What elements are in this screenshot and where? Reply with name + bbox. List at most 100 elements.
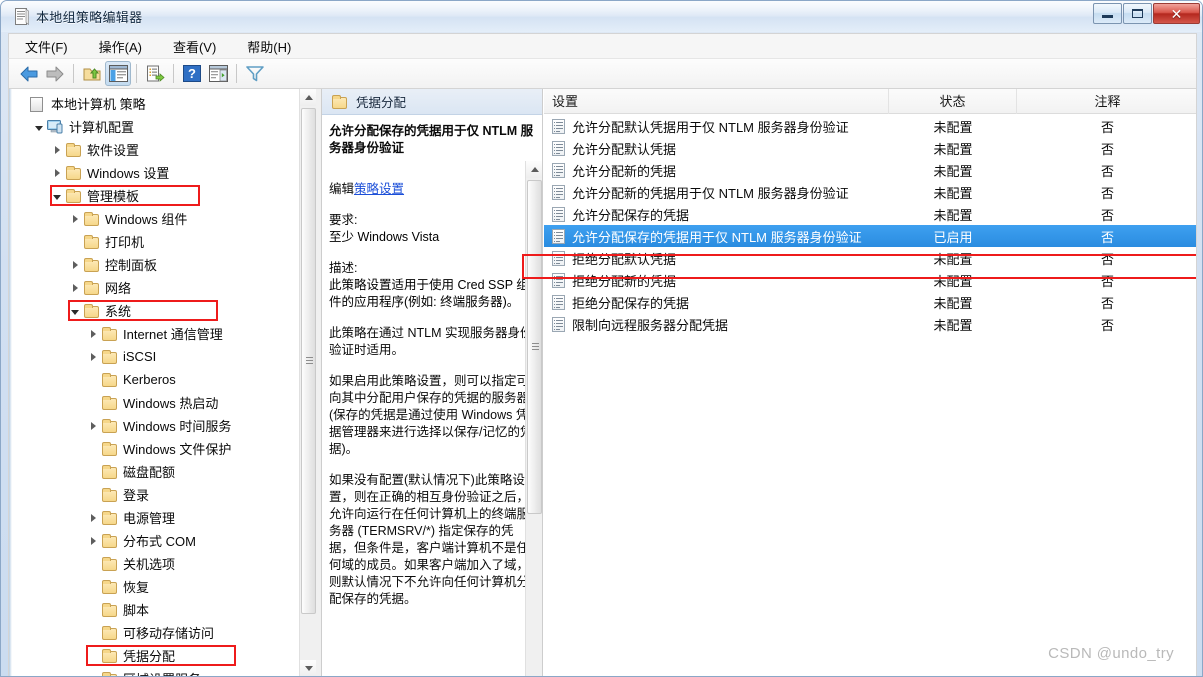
tree-item-23[interactable]: 可移动存储访问 (13, 621, 303, 644)
tree-item-1[interactable]: 计算机配置 (13, 115, 303, 138)
tree-scroll-thumb[interactable] (301, 108, 316, 614)
tree-item-12[interactable]: Kerberos (13, 368, 303, 391)
policy-row-name: 允许分配新的凭据 (544, 161, 889, 180)
tree-item-label: 软件设置 (87, 143, 140, 158)
tree-item-0[interactable]: 本地计算机 策略 (13, 92, 303, 115)
chevron-right-icon[interactable] (85, 414, 101, 437)
chevron-down-icon[interactable] (31, 115, 47, 138)
detail-scroll-thumb[interactable] (527, 180, 542, 514)
policy-row[interactable]: 允许分配保存的凭据用于仅 NTLM 服务器身份验证 已启用 否 (544, 225, 1196, 247)
tree-item-14[interactable]: Windows 时间服务 (13, 414, 303, 437)
watermark: CSDN @undo_try (1048, 645, 1174, 662)
scroll-grip-icon (532, 343, 539, 351)
edit-policy-setting-link[interactable]: 策略设置 (354, 182, 404, 196)
tree-item-11[interactable]: iSCSI (13, 345, 303, 368)
tree-item-6[interactable]: 打印机 (13, 230, 303, 253)
tree-item-18[interactable]: 电源管理 (13, 506, 303, 529)
policy-row-comment: 否 (1100, 163, 1114, 179)
tree-item-label: 打印机 (105, 235, 145, 250)
detail-scroll-up-button[interactable] (526, 161, 542, 178)
tree-item-7[interactable]: 控制面板 (13, 253, 303, 276)
policy-row-state: 已启用 (933, 229, 973, 245)
chevron-right-icon[interactable] (49, 138, 65, 161)
console-tree[interactable]: 本地计算机 策略 计算机配置软件设置 Windows 设置 管理模板 Windows 组… (9, 89, 316, 676)
tree-item-22[interactable]: 脚本 (13, 598, 303, 621)
tree-item-5[interactable]: Windows 组件 (13, 207, 303, 230)
column-header-comment[interactable]: 注释 (1017, 89, 1196, 114)
chevron-right-icon[interactable] (85, 529, 101, 552)
policy-row-name-text: 允许分配默认凭据用于仅 NTLM 服务器身份验证 (572, 119, 849, 135)
chevron-right-icon[interactable] (85, 322, 101, 345)
menu-view[interactable]: 查看(V) (170, 35, 219, 58)
tree-item-2[interactable]: 软件设置 (13, 138, 303, 161)
menu-help[interactable]: 帮助(H) (244, 35, 294, 58)
policy-row-name: 限制向远程服务器分配凭据 (544, 315, 889, 334)
minimize-button[interactable] (1093, 3, 1122, 24)
tree-item-label: 控制面板 (105, 258, 158, 273)
policy-row[interactable]: 允许分配默认凭据用于仅 NTLM 服务器身份验证 未配置 否 (544, 115, 1196, 137)
policy-row[interactable]: 允许分配新的凭据 未配置 否 (544, 159, 1196, 181)
tree-item-24[interactable]: 凭据分配 (13, 644, 303, 667)
tree-item-15[interactable]: Windows 文件保护 (13, 437, 303, 460)
tree-item-4[interactable]: 管理模板 (13, 184, 303, 207)
tree-item-21[interactable]: 恢复 (13, 575, 303, 598)
chevron-down-icon[interactable] (49, 184, 65, 207)
forward-button[interactable] (42, 61, 68, 86)
tree-scrollbar[interactable] (299, 89, 316, 676)
menu-file[interactable]: 文件(F) (22, 35, 71, 58)
column-header-state[interactable]: 状态 (889, 89, 1017, 114)
tree-item-label: Internet 通信管理 (123, 327, 223, 342)
tree-item-10[interactable]: Internet 通信管理 (13, 322, 303, 345)
filter-button[interactable] (242, 61, 268, 86)
chevron-right-icon[interactable] (67, 253, 83, 276)
tree-item-17[interactable]: 登录 (13, 483, 303, 506)
tree-item-25[interactable]: 区域设置服务 (13, 667, 303, 676)
tree-item-16[interactable]: 磁盘配额 (13, 460, 303, 483)
chevron-right-icon[interactable] (67, 276, 83, 299)
maximize-button[interactable] (1123, 3, 1152, 24)
policy-row[interactable]: 拒绝分配新的凭据 未配置 否 (544, 269, 1196, 291)
folder-icon (101, 395, 119, 411)
tree-item-13[interactable]: Windows 热启动 (13, 391, 303, 414)
export-list-button[interactable] (142, 61, 168, 86)
policy-list-pane[interactable]: 设置 状态 注释 允许分配默认凭据用于仅 NTLM 服务器身份验证 未配置否允许分… (544, 89, 1196, 676)
tree-scroll-down-button[interactable] (300, 660, 316, 676)
show-pane-button[interactable] (205, 61, 231, 86)
tree-item-9[interactable]: 系统 (13, 299, 303, 322)
tree-item-3[interactable]: Windows 设置 (13, 161, 303, 184)
policy-row[interactable]: 限制向远程服务器分配凭据 未配置 否 (544, 313, 1196, 335)
chevron-down-icon[interactable] (67, 299, 83, 322)
detail-scrollbar[interactable] (525, 161, 542, 676)
chevron-right-icon[interactable] (85, 345, 101, 368)
folder-icon (101, 648, 119, 664)
policy-row[interactable]: 允许分配默认凭据 未配置 否 (544, 137, 1196, 159)
tree-scroll-up-button[interactable] (300, 89, 316, 106)
chevron-right-icon[interactable] (85, 506, 101, 529)
policy-row[interactable]: 拒绝分配保存的凭据 未配置 否 (544, 291, 1196, 313)
tree-item-8[interactable]: 网络 (13, 276, 303, 299)
policy-row-name: 拒绝分配默认凭据 (544, 249, 889, 268)
policy-row[interactable]: 允许分配保存的凭据 未配置 否 (544, 203, 1196, 225)
folder-icon (101, 464, 119, 480)
chevron-right-icon[interactable] (67, 207, 83, 230)
policy-row[interactable]: 拒绝分配默认凭据 未配置 否 (544, 247, 1196, 269)
up-folder-button[interactable] (79, 61, 105, 86)
folder-icon (83, 234, 101, 250)
policy-row[interactable]: 允许分配新的凭据用于仅 NTLM 服务器身份验证 未配置 否 (544, 181, 1196, 203)
menu-action[interactable]: 操作(A) (96, 35, 145, 58)
back-button[interactable] (16, 61, 42, 86)
show-hide-tree-button[interactable] (105, 61, 131, 86)
policy-row-state: 未配置 (933, 185, 973, 201)
tree-item-20[interactable]: 关机选项 (13, 552, 303, 575)
help-button[interactable]: ? (179, 61, 205, 86)
tree-item-19[interactable]: 分布式 COM (13, 529, 303, 552)
chevron-right-icon[interactable] (49, 161, 65, 184)
close-button[interactable]: ✕ (1153, 3, 1200, 24)
description-paragraph-3: 如果启用此策略设置，则可以指定可向其中分配用户保存的凭据的服务器(保存的凭据是通… (329, 374, 533, 456)
column-header-setting[interactable]: 设置 (544, 89, 889, 114)
toolbar-separator (136, 64, 137, 83)
